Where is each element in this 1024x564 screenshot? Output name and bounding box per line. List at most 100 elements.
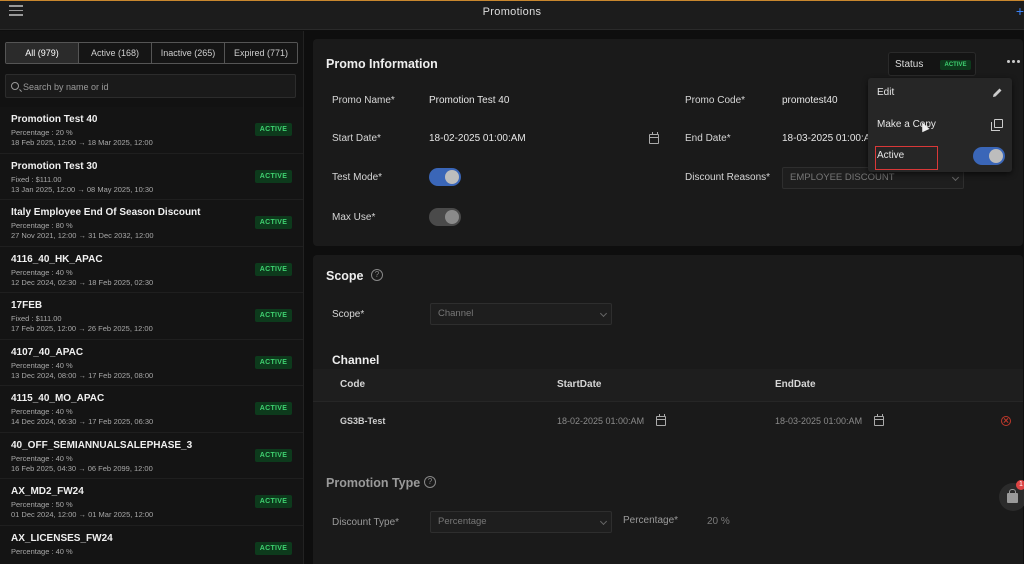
list-item[interactable]: 17FEB Fixed : $111.00 17 Feb 2025, 12:00 →… xyxy=(0,293,303,340)
promotion-name: 4116_40_HK_APAC xyxy=(11,253,103,265)
start-date-value[interactable]: 18-02-2025 01:00:AM xyxy=(429,133,526,144)
promotion-type-title: Promotion Type xyxy=(326,476,421,490)
promo-information-title: Promo Information xyxy=(326,57,438,71)
promotion-dates: 16 Feb 2025, 04:30 → 06 Feb 2099, 12:00 xyxy=(11,463,153,473)
top-bar: Promotions + xyxy=(0,0,1024,30)
status-badge: ACTIVE xyxy=(255,448,292,462)
channel-end-calendar-icon[interactable] xyxy=(874,414,884,426)
channel-start-calendar-icon[interactable] xyxy=(656,414,666,426)
promotion-name: Italy Employee End Of Season Discount xyxy=(11,207,201,218)
list-item[interactable]: AX_LICENSES_FW24 Percentage : 40 % ACTIVE xyxy=(0,525,303,564)
list-item[interactable]: Promotion Test 40 Percentage : 20 % 18 Feb… xyxy=(0,107,303,154)
start-date-calendar-icon[interactable] xyxy=(649,132,659,144)
status-badge: ACTIVE xyxy=(255,169,292,183)
list-item[interactable]: 4107_40_APAC Percentage : 40 % 13 Dec 2024… xyxy=(0,339,303,386)
promotion-name: AX_LICENSES_FW24 xyxy=(11,532,113,544)
scope-select[interactable]: Channel xyxy=(430,303,612,325)
filter-tab-expired[interactable]: Expired (771) xyxy=(225,43,297,63)
promotion-discount: Percentage : 20 % xyxy=(11,128,73,137)
filter-tab-all[interactable]: All (979) xyxy=(6,43,79,63)
promo-code-label: Promo Code* xyxy=(685,95,746,106)
promotion-name: 4115_40_MO_APAC xyxy=(11,393,105,404)
status-badge: ACTIVE xyxy=(255,123,292,136)
promotion-list: Promotion Test 40 Percentage : 20 % 18 Feb… xyxy=(0,107,303,564)
test-mode-label: Test Mode* xyxy=(332,172,383,183)
status-badge: ACTIVE xyxy=(255,495,292,508)
promotion-discount: Percentage : 40 % xyxy=(11,546,73,556)
promotion-discount: Percentage : 40 % xyxy=(11,360,73,370)
cart-fab-button[interactable]: 1 xyxy=(999,480,1024,511)
max-use-label: Max Use* xyxy=(332,212,376,223)
status-filter-tabs: All (979) Active (168) Inactive (265) Ex… xyxy=(5,42,298,64)
status-badge: ACTIVE xyxy=(940,60,971,70)
channel-title: Channel xyxy=(332,353,380,367)
promotion-name: 4107_40_APAC xyxy=(11,346,84,358)
test-mode-toggle[interactable] xyxy=(429,168,461,186)
active-toggle[interactable] xyxy=(973,147,1005,165)
promotion-dates: 27 Nov 2021, 12:00 → 31 Dec 2032, 12:00 xyxy=(11,231,154,240)
promotion-dates: 17 Feb 2025, 12:00 → 26 Feb 2025, 12:00 xyxy=(11,324,153,333)
promotion-dates: 18 Feb 2025, 12:00 → 18 Mar 2025, 12:00 xyxy=(11,138,153,147)
percentage-label: Percentage* xyxy=(623,515,679,526)
promotion-discount: Percentage : 50 % xyxy=(11,500,73,509)
promotion-name: 17FEB xyxy=(11,300,43,311)
list-item[interactable]: Italy Employee End Of Season Discount Per… xyxy=(0,200,303,247)
promotion-name: AX_MD2_FW24 xyxy=(11,486,84,497)
shopping-bag-icon xyxy=(1007,489,1018,503)
scope-help-icon[interactable]: ? xyxy=(371,269,383,281)
search-icon xyxy=(11,82,19,90)
promotion-dates: 14 Dec 2024, 06:30 → 17 Feb 2025, 06:30 xyxy=(11,417,154,426)
discount-type-label: Discount Type* xyxy=(332,517,400,528)
status-badge: ACTIVE xyxy=(255,541,292,555)
scope-title: Scope xyxy=(326,269,364,283)
add-icon[interactable]: + xyxy=(1016,3,1024,19)
list-item[interactable]: AX_MD2_FW24 Percentage : 50 % 01 Dec 2024,… xyxy=(0,479,303,526)
discount-type-select[interactable]: Percentage xyxy=(430,511,612,533)
promotion-discount: Fixed : $111.00 xyxy=(11,314,62,323)
list-item[interactable]: Promotion Test 30 Fixed : $111.00 13 Jan 2… xyxy=(0,153,303,200)
promo-name-label: Promo Name* xyxy=(332,95,395,106)
promotion-dates: 01 Dec 2024, 12:00 → 01 Mar 2025, 12:00 xyxy=(11,510,154,519)
discount-reasons-value: EMPLOYEE DISCOUNT xyxy=(790,172,895,183)
search-input[interactable] xyxy=(23,78,283,96)
promotion-dates: 13 Dec 2024, 08:00 → 17 Feb 2025, 08:00 xyxy=(11,370,154,380)
more-options-icon[interactable] xyxy=(1007,59,1021,65)
end-date-value[interactable]: 18-03-2025 01:00:A xyxy=(782,133,870,144)
chevron-down-icon xyxy=(599,309,608,318)
promo-name-value: Promotion Test 40 xyxy=(429,95,510,106)
promotion-type-card: Promotion Type ? Discount Type* Percenta… xyxy=(313,461,1023,564)
menu-item-make-copy[interactable]: Make a Copy xyxy=(868,110,1012,140)
scope-label: Scope* xyxy=(332,309,365,320)
menu-item-edit[interactable]: Edit xyxy=(868,78,1012,108)
status-badge: ACTIVE xyxy=(255,309,292,322)
promotion-discount: Percentage : 40 % xyxy=(11,407,73,416)
promotion-name: 40_OFF_SEMIANNUALSALEPHASE_3 xyxy=(11,439,193,451)
promotion-discount: Percentage : 80 % xyxy=(11,221,73,230)
scope-value: Channel xyxy=(438,308,474,319)
max-use-toggle[interactable] xyxy=(429,208,461,226)
copy-icon xyxy=(991,119,1003,131)
search-box xyxy=(5,74,296,98)
promotion-dates: 13 Jan 2025, 12:00 → 08 May 2025, 10:30 xyxy=(11,184,154,194)
filter-tab-inactive[interactable]: Inactive (265) xyxy=(152,43,225,63)
discount-reasons-label: Discount Reasons* xyxy=(685,172,771,183)
promotion-name: Promotion Test 30 xyxy=(11,160,98,172)
percentage-value[interactable]: 20 % xyxy=(707,516,730,527)
remove-channel-icon[interactable] xyxy=(1001,416,1011,426)
channel-end-date[interactable]: 18-03-2025 01:00:AM xyxy=(775,416,862,426)
pencil-icon xyxy=(993,88,1002,97)
channel-start-date[interactable]: 18-02-2025 01:00:AM xyxy=(557,416,644,426)
status-badge: ACTIVE xyxy=(255,402,292,415)
promotion-type-help-icon[interactable]: ? xyxy=(424,476,436,488)
promotion-discount: Percentage : 40 % xyxy=(11,453,73,463)
column-startdate: StartDate xyxy=(557,379,602,390)
list-item[interactable]: 4116_40_HK_APAC Percentage : 40 % 12 Dec 2… xyxy=(0,246,303,293)
notification-badge: 1 xyxy=(1016,480,1024,490)
channel-code: GS3B-Test xyxy=(340,416,386,426)
filter-tab-active[interactable]: Active (168) xyxy=(79,43,152,63)
list-item[interactable]: 4115_40_MO_APAC Percentage : 40 % 14 Dec 2… xyxy=(0,386,303,433)
list-item[interactable]: 40_OFF_SEMIANNUALSALEPHASE_3 Percentage :… xyxy=(0,432,303,479)
status-badge: ACTIVE xyxy=(255,262,292,276)
promo-code-value: promotest40 xyxy=(782,95,838,106)
status-label: Status xyxy=(895,59,924,70)
